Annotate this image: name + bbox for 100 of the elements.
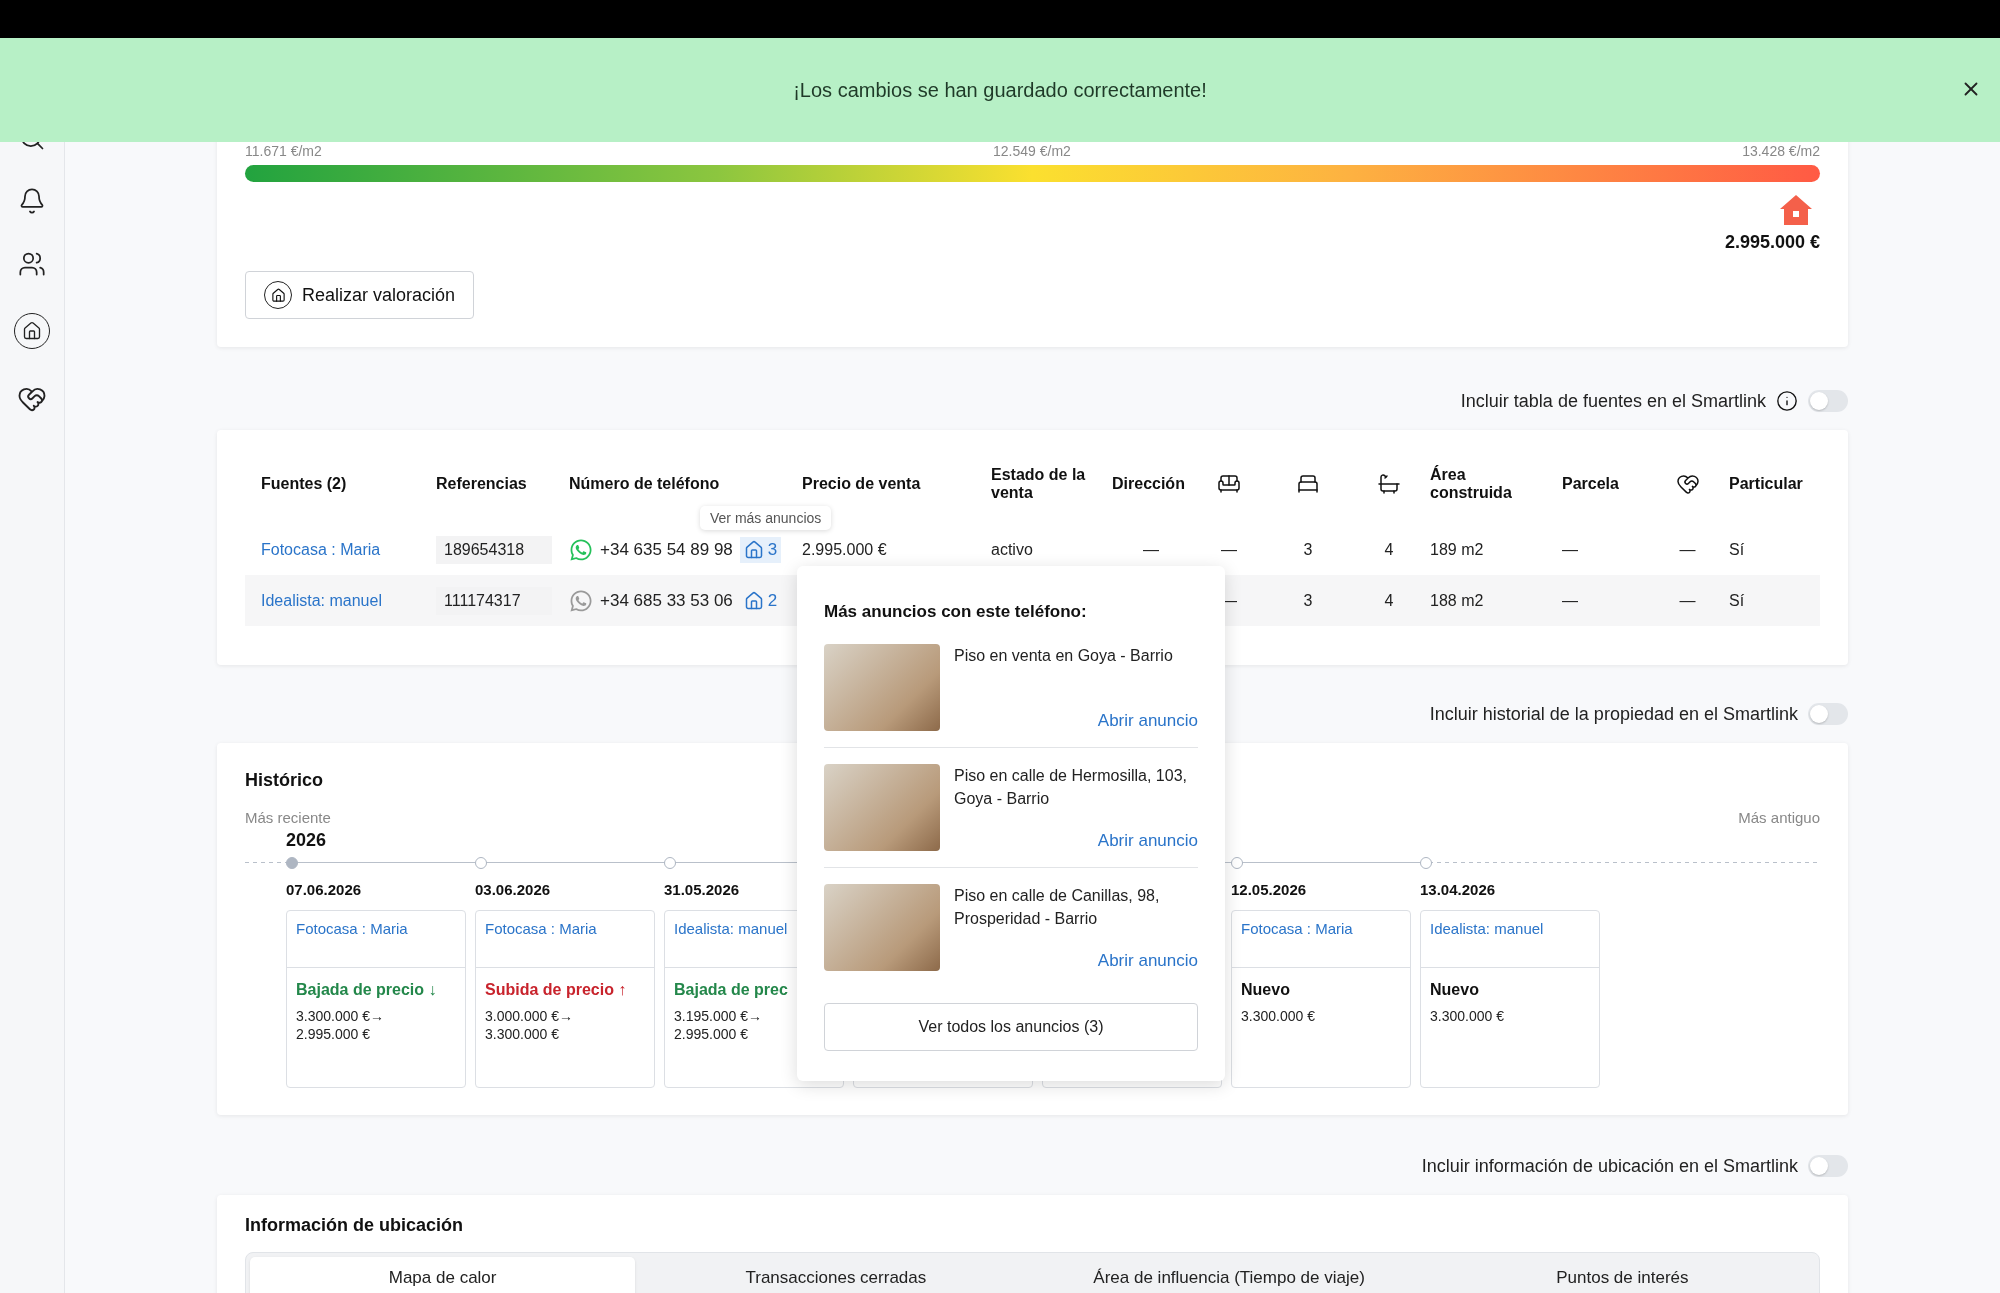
event-date: 13.04.2026 bbox=[1420, 881, 1496, 898]
table-cell: 3 bbox=[1303, 591, 1313, 610]
change-label: Bajada de prec bbox=[674, 981, 789, 999]
event-date: 31.05.2026 bbox=[664, 881, 740, 898]
column-header: Particular bbox=[1729, 475, 1803, 493]
view-all-button[interactable]: Ver todos los anuncios (3) bbox=[824, 1003, 1198, 1051]
toggle-label: Incluir tabla de fuentes en el Smartlink bbox=[1460, 390, 1766, 412]
property-price: 2.995.000 € bbox=[1723, 232, 1820, 253]
toggle-label: Incluir información de ubicación en el Smartlink bbox=[1421, 1155, 1798, 1177]
table-cell: 189 m2 bbox=[1430, 540, 1484, 559]
house-icon bbox=[743, 590, 764, 611]
toggle-switch[interactable] bbox=[1808, 703, 1848, 725]
open-listing-link[interactable]: Abrir anuncio bbox=[1097, 831, 1198, 851]
more-listings-button[interactable]: 3 bbox=[739, 536, 782, 563]
timeline-dot[interactable] bbox=[664, 857, 676, 869]
timeline-dot[interactable] bbox=[286, 857, 298, 869]
oldest-label: Más antiguo bbox=[1738, 809, 1820, 826]
tab[interactable]: Mapa de calor bbox=[250, 1257, 636, 1293]
table-cell: 2.995.000 € bbox=[802, 540, 887, 559]
table-cell: — bbox=[1679, 591, 1696, 610]
source-link[interactable]: Idealista: manuel bbox=[674, 920, 788, 937]
column-header: Referencias bbox=[436, 475, 527, 493]
event-price: 3.195.000 €→ bbox=[674, 1007, 763, 1025]
source-link[interactable]: Idealista: manuel bbox=[1430, 920, 1544, 937]
listing-title: Piso en calle de Hermosilla, 103, Goya - Barrio bbox=[954, 766, 1188, 809]
column-header: Estado de la venta bbox=[991, 466, 1087, 502]
phone-number: +34 635 54 89 98 bbox=[600, 539, 733, 560]
tab[interactable]: Área de influencia (Tiempo de viaje) bbox=[1036, 1257, 1422, 1293]
bed-icon bbox=[1296, 472, 1320, 496]
year-label: 2026 bbox=[286, 830, 327, 851]
table-cell: 3 bbox=[1303, 540, 1313, 559]
toggle-switch[interactable] bbox=[1808, 1155, 1848, 1177]
event-price: 2.995.000 € bbox=[674, 1025, 749, 1043]
price-per-m2-label: 12.549 €/m2 bbox=[993, 143, 1071, 161]
listing-title: Piso en venta en Goya - Barrio bbox=[954, 646, 1174, 666]
users-icon[interactable] bbox=[18, 250, 46, 278]
table-cell: 4 bbox=[1384, 591, 1394, 610]
table-cell: Sí bbox=[1729, 591, 1745, 610]
column-header: Parcela bbox=[1562, 475, 1619, 493]
column-header: Dirección bbox=[1112, 475, 1185, 493]
table-cell: — bbox=[1562, 591, 1578, 610]
phone-number: +34 685 33 53 06 bbox=[600, 590, 733, 611]
section-title: Histórico bbox=[245, 770, 323, 791]
price-per-m2-label: 11.671 €/m2 bbox=[245, 143, 322, 161]
sofa-icon bbox=[1217, 472, 1241, 496]
more-listings-button[interactable]: 2 bbox=[739, 587, 782, 614]
timeline-dot[interactable] bbox=[475, 857, 487, 869]
table-cell: activo bbox=[991, 540, 1033, 559]
open-listing-link[interactable]: Abrir anuncio bbox=[1097, 711, 1198, 731]
change-label: Nuevo bbox=[1241, 981, 1291, 999]
event-price: 3.300.000 € bbox=[1430, 1007, 1505, 1025]
event-price: 3.300.000 €→ bbox=[296, 1007, 385, 1025]
newest-label: Más reciente bbox=[245, 809, 331, 826]
table-cell: 4 bbox=[1384, 540, 1394, 559]
toggle-switch[interactable] bbox=[1808, 390, 1848, 412]
table-cell: — bbox=[1143, 540, 1159, 559]
event-price: 3.000.000 €→ bbox=[485, 1007, 574, 1025]
whatsapp-icon[interactable] bbox=[569, 588, 593, 613]
column-header: Área construida bbox=[1430, 466, 1513, 502]
table-cell: 188 m2 bbox=[1430, 591, 1484, 610]
event-price: 2.995.000 € bbox=[296, 1025, 371, 1043]
section-title: Información de ubicación bbox=[245, 1215, 464, 1236]
tab[interactable]: Transacciones cerradas bbox=[643, 1257, 1029, 1293]
whatsapp-icon[interactable] bbox=[569, 537, 593, 562]
event-price: 3.300.000 € bbox=[1241, 1007, 1316, 1025]
source-link[interactable]: Idealista: manuel bbox=[261, 591, 382, 610]
source-link[interactable]: Fotocasa : Maria bbox=[485, 920, 597, 937]
price-per-m2-label: 13.428 €/m2 bbox=[1742, 143, 1820, 161]
info-icon[interactable] bbox=[1776, 390, 1798, 412]
bell-icon[interactable] bbox=[18, 187, 46, 215]
valuation-button[interactable]: Realizar valoración bbox=[245, 271, 475, 319]
timeline-dot[interactable] bbox=[1231, 857, 1243, 869]
reference-cell: 189654318 bbox=[436, 535, 552, 564]
table-cell: — bbox=[1562, 540, 1578, 559]
source-link[interactable]: Fotocasa : Maria bbox=[1241, 920, 1353, 937]
bathtub-icon bbox=[1377, 472, 1401, 496]
open-listing-link[interactable]: Abrir anuncio bbox=[1097, 951, 1198, 971]
column-header: Número de teléfono bbox=[569, 475, 720, 493]
house-icon bbox=[743, 539, 764, 560]
toggle-label: Incluir historial de la propiedad en el Smartlink bbox=[1429, 703, 1798, 725]
change-label: Subida de precio ↑ bbox=[485, 981, 628, 999]
event-date: 12.05.2026 bbox=[1231, 881, 1307, 898]
table-cell: — bbox=[1221, 540, 1237, 559]
column-header: Precio de venta bbox=[802, 475, 921, 493]
listing-title: Piso en calle de Canillas, 98, Prosperidad - Barrio bbox=[954, 886, 1161, 929]
source-link[interactable]: Fotocasa : Maria bbox=[296, 920, 408, 937]
column-header: Fuentes (2) bbox=[261, 475, 347, 493]
table-cell: — bbox=[1679, 540, 1696, 559]
event-date: 03.06.2026 bbox=[475, 881, 551, 898]
toast-message: ¡Los cambios se han guardado correctamente! bbox=[793, 78, 1207, 102]
tab[interactable]: Puntos de interés bbox=[1429, 1257, 1815, 1293]
change-label: Nuevo bbox=[1430, 981, 1480, 999]
event-price: 3.300.000 € bbox=[485, 1025, 560, 1043]
source-link[interactable]: Fotocasa : Maria bbox=[261, 540, 381, 559]
popover-title: Más anuncios con este teléfono: bbox=[824, 602, 1088, 622]
change-label: Bajada de precio ↓ bbox=[296, 981, 438, 999]
tooltip: Ver más anuncios bbox=[700, 506, 832, 530]
event-date: 07.06.2026 bbox=[286, 881, 362, 898]
table-cell: Sí bbox=[1729, 540, 1745, 559]
timeline-dot[interactable] bbox=[1420, 857, 1432, 869]
